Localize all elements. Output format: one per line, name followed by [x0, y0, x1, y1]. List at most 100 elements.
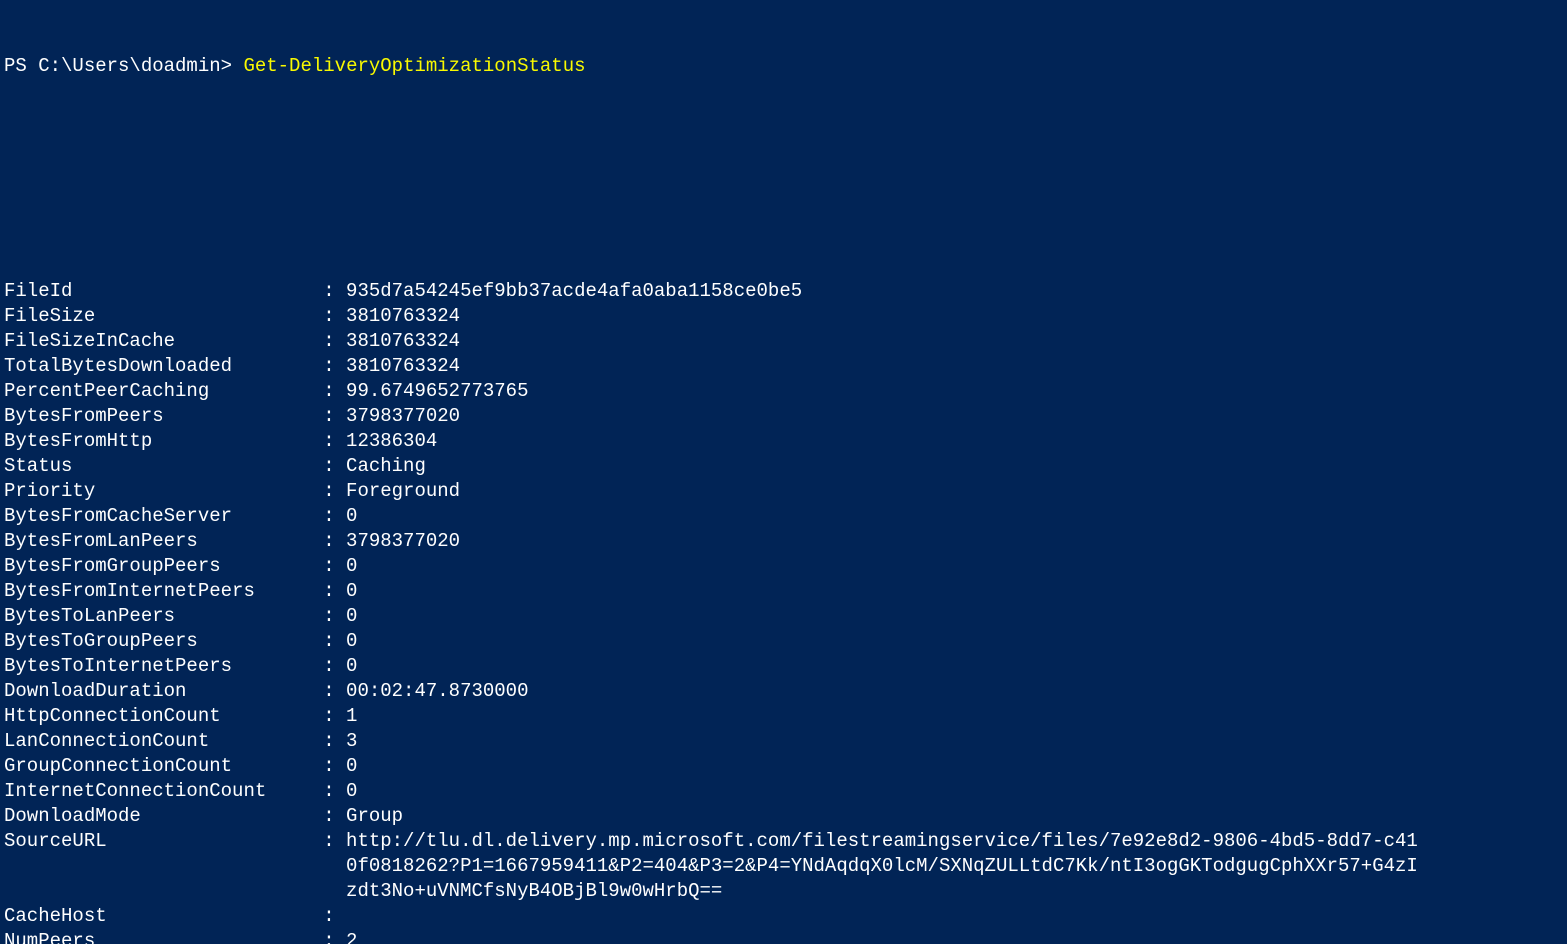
output-row: TotalBytesDownloaded : 3810763324: [4, 354, 1563, 379]
output-separator: :: [323, 479, 346, 504]
output-separator: :: [323, 404, 346, 429]
output-value: 935d7a54245ef9bb37acde4afa0aba1158ce0be5: [346, 279, 802, 304]
output-separator: :: [323, 654, 346, 679]
output-key: SourceURL: [4, 829, 323, 854]
output-key: BytesFromCacheServer: [4, 504, 323, 529]
output-value: 12386304: [346, 429, 437, 454]
output-separator: :: [323, 754, 346, 779]
output-key: BytesFromHttp: [4, 429, 323, 454]
output-key: DownloadMode: [4, 804, 323, 829]
output-value: 3810763324: [346, 329, 460, 354]
output-value: 3798377020: [346, 404, 460, 429]
output-key: Priority: [4, 479, 323, 504]
output-value: 0: [346, 654, 357, 679]
output-value: 0: [346, 754, 357, 779]
output-value: 0: [346, 779, 357, 804]
output-value: 0: [346, 579, 357, 604]
output-value: Caching: [346, 454, 426, 479]
output-row: LanConnectionCount : 3: [4, 729, 1563, 754]
output-separator: :: [323, 454, 346, 479]
output-row: DownloadDuration : 00:02:47.8730000: [4, 679, 1563, 704]
output-row: BytesFromHttp : 12386304: [4, 429, 1563, 454]
output-row: BytesFromPeers : 3798377020: [4, 404, 1563, 429]
blank-line: [4, 204, 1563, 229]
output-row: InternetConnectionCount : 0: [4, 779, 1563, 804]
output-key: BytesToInternetPeers: [4, 654, 323, 679]
output-separator: :: [323, 779, 346, 804]
output-row: FileSize : 3810763324: [4, 304, 1563, 329]
output-key: CacheHost: [4, 904, 323, 929]
output-separator: :: [323, 604, 346, 629]
output-fields: FileId : 935d7a54245ef9bb37acde4afa0aba1…: [4, 279, 1563, 944]
output-separator: :: [323, 729, 346, 754]
prompt-path: PS C:\Users\doadmin>: [4, 55, 243, 77]
output-value: 0: [346, 604, 357, 629]
output-separator: :: [323, 829, 346, 854]
output-key: BytesFromLanPeers: [4, 529, 323, 554]
output-key: InternetConnectionCount: [4, 779, 323, 804]
output-key: FileId: [4, 279, 323, 304]
output-row: FileId : 935d7a54245ef9bb37acde4afa0aba1…: [4, 279, 1563, 304]
output-row: NumPeers : 2: [4, 929, 1563, 944]
output-row: Status : Caching: [4, 454, 1563, 479]
output-key: FileSizeInCache: [4, 329, 323, 354]
output-value: 0: [346, 629, 357, 654]
blank-line: [4, 129, 1563, 154]
prompt-line: PS C:\Users\doadmin> Get-DeliveryOptimiz…: [4, 54, 1563, 79]
output-row: BytesToInternetPeers : 0: [4, 654, 1563, 679]
output-key: PercentPeerCaching: [4, 379, 323, 404]
output-row: FileSizeInCache : 3810763324: [4, 329, 1563, 354]
output-key: BytesFromInternetPeers: [4, 579, 323, 604]
output-key: GroupConnectionCount: [4, 754, 323, 779]
output-key: TotalBytesDownloaded: [4, 354, 323, 379]
output-row: SourceURL : http://tlu.dl.delivery.mp.mi…: [4, 829, 1563, 904]
output-value: http://tlu.dl.delivery.mp.microsoft.com/…: [346, 829, 1418, 904]
output-separator: :: [323, 279, 346, 304]
output-row: BytesFromLanPeers : 3798377020: [4, 529, 1563, 554]
output-row: Priority : Foreground: [4, 479, 1563, 504]
output-key: BytesToGroupPeers: [4, 629, 323, 654]
output-key: LanConnectionCount: [4, 729, 323, 754]
output-value: 1: [346, 704, 357, 729]
output-value: 0: [346, 554, 357, 579]
output-value: 00:02:47.8730000: [346, 679, 528, 704]
output-row: BytesToLanPeers : 0: [4, 604, 1563, 629]
output-separator: :: [323, 429, 346, 454]
output-value: 2: [346, 929, 357, 944]
output-separator: :: [323, 304, 346, 329]
output-value: 99.6749652773765: [346, 379, 528, 404]
output-separator: :: [323, 629, 346, 654]
output-key: BytesFromGroupPeers: [4, 554, 323, 579]
output-key: BytesToLanPeers: [4, 604, 323, 629]
output-key: FileSize: [4, 304, 323, 329]
output-key: HttpConnectionCount: [4, 704, 323, 729]
output-row: DownloadMode : Group: [4, 804, 1563, 829]
output-separator: :: [323, 379, 346, 404]
output-separator: :: [323, 529, 346, 554]
output-separator: :: [323, 804, 346, 829]
output-separator: :: [323, 704, 346, 729]
output-separator: :: [323, 354, 346, 379]
output-value: 3: [346, 729, 357, 754]
output-separator: :: [323, 904, 346, 929]
output-separator: :: [323, 504, 346, 529]
output-separator: :: [323, 329, 346, 354]
output-row: BytesToGroupPeers : 0: [4, 629, 1563, 654]
output-separator: :: [323, 679, 346, 704]
output-key: NumPeers: [4, 929, 323, 944]
terminal-output[interactable]: PS C:\Users\doadmin> Get-DeliveryOptimiz…: [0, 0, 1567, 944]
output-row: BytesFromInternetPeers : 0: [4, 579, 1563, 604]
output-value: 3798377020: [346, 529, 460, 554]
output-row: GroupConnectionCount : 0: [4, 754, 1563, 779]
output-value: 0: [346, 504, 357, 529]
output-row: HttpConnectionCount : 1: [4, 704, 1563, 729]
output-row: CacheHost :: [4, 904, 1563, 929]
output-key: DownloadDuration: [4, 679, 323, 704]
command-text: Get-DeliveryOptimizationStatus: [243, 55, 585, 77]
output-row: BytesFromGroupPeers : 0: [4, 554, 1563, 579]
output-value: Foreground: [346, 479, 460, 504]
output-separator: :: [323, 929, 346, 944]
output-row: PercentPeerCaching : 99.6749652773765: [4, 379, 1563, 404]
output-separator: :: [323, 554, 346, 579]
output-value: Group: [346, 804, 403, 829]
